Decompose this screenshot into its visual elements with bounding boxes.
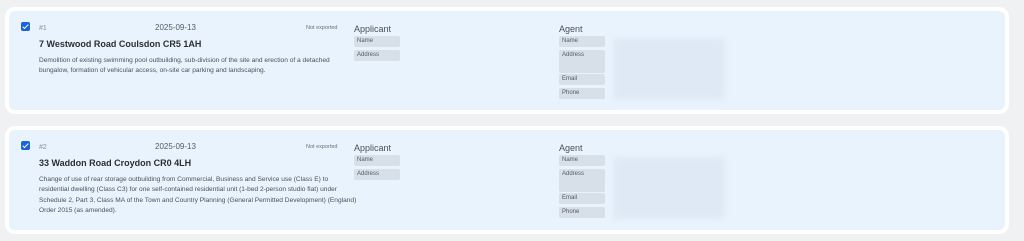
applicant-name-label: Name — [354, 155, 400, 166]
agent-phone-label: Phone — [559, 207, 605, 218]
agent-heading: Agent — [559, 143, 583, 153]
redacted-agent-details — [613, 157, 725, 219]
application-card-body: #1 2025-09-13 Not exported 7 Westwood Ro… — [9, 11, 1005, 110]
applicant-heading: Applicant — [354, 143, 392, 153]
select-checkbox[interactable] — [21, 141, 30, 150]
applicant-heading: Applicant — [354, 24, 392, 34]
export-status: Not exported — [306, 25, 338, 31]
select-checkbox[interactable] — [21, 22, 30, 31]
agent-phone-label: Phone — [559, 88, 605, 99]
agent-heading: Agent — [559, 24, 583, 34]
proposal-description: Demolition of existing swimming pool out… — [39, 57, 330, 75]
site-address: 33 Waddon Road Croydon CR0 4LH — [39, 158, 192, 168]
applicant-address-label: Address — [354, 169, 400, 180]
application-index: #2 — [39, 144, 47, 151]
applicant-name-label: Name — [354, 36, 400, 47]
application-card: #1 2025-09-13 Not exported 7 Westwood Ro… — [5, 7, 1009, 114]
redacted-agent-details — [613, 38, 725, 100]
agent-address-label: Address — [559, 169, 605, 192]
agent-name-label: Name — [559, 155, 605, 166]
application-date: 2025-09-13 — [155, 142, 196, 151]
agent-email-label: Email — [559, 193, 605, 204]
applicant-address-label: Address — [354, 50, 400, 61]
application-index: #1 — [39, 25, 47, 32]
application-card-body: #2 2025-09-13 Not exported 33 Waddon Roa… — [9, 130, 1005, 230]
application-date: 2025-09-13 — [155, 23, 196, 32]
agent-name-label: Name — [559, 36, 605, 47]
site-address: 7 Westwood Road Coulsdon CR5 1AH — [39, 39, 202, 49]
application-card: #2 2025-09-13 Not exported 33 Waddon Roa… — [5, 126, 1009, 234]
agent-address-label: Address — [559, 50, 605, 73]
agent-email-label: Email — [559, 74, 605, 85]
proposal-description: Change of use of rear storage outbuildin… — [39, 176, 357, 215]
export-status: Not exported — [306, 144, 338, 150]
